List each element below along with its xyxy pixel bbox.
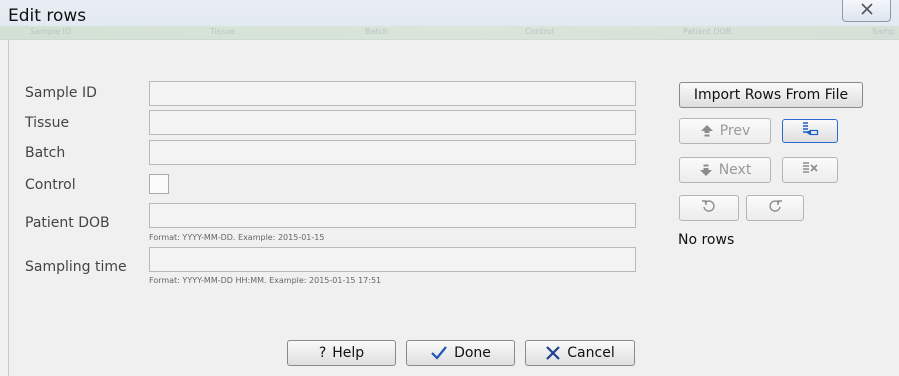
close-icon (860, 2, 874, 19)
next-label: Next (718, 162, 752, 178)
background-column: Tissue (210, 27, 236, 36)
prev-button[interactable]: Prev (679, 118, 771, 144)
batch-label: Batch (25, 145, 66, 161)
sampling-time-hint: Format: YYYY-MM-DD HH:MM. Example: 2015-… (149, 276, 382, 285)
insert-row-button[interactable] (782, 119, 838, 143)
arrow-up-icon (700, 124, 714, 138)
background-column: Sample ID (30, 27, 72, 36)
patient-dob-hint: Format: YYYY-MM-DD. Example: 2015-01-15 (149, 233, 325, 242)
batch-field[interactable] (149, 140, 636, 165)
row-status-text: No rows (678, 232, 735, 248)
redo-icon (767, 198, 783, 218)
insert-row-icon (801, 121, 819, 141)
patient-dob-label: Patient DOB (25, 215, 110, 231)
window-title: Edit rows (8, 6, 87, 26)
control-checkbox[interactable] (149, 174, 169, 194)
background-table-header: Sample ID Tissue Batch Control Patient D… (0, 26, 899, 40)
background-column: Samp (872, 27, 895, 36)
import-rows-button[interactable]: Import Rows From File (679, 82, 863, 108)
sampling-time-field[interactable] (149, 247, 636, 272)
sample-id-field[interactable] (149, 81, 636, 106)
control-label: Control (25, 177, 76, 193)
background-column: Control (525, 27, 554, 36)
help-label: Help (332, 345, 365, 361)
delete-row-button[interactable] (782, 157, 838, 183)
cancel-button[interactable]: Cancel (525, 340, 635, 366)
import-rows-label: Import Rows From File (693, 87, 849, 103)
title-bar: Sample ID Tissue Batch Control Patient D… (0, 0, 899, 40)
arrow-down-icon (699, 163, 713, 177)
patient-dob-field[interactable] (149, 203, 636, 228)
tissue-label: Tissue (25, 115, 70, 131)
prev-label: Prev (719, 123, 751, 139)
background-column: Batch (365, 27, 388, 36)
undo-icon (701, 198, 717, 218)
cancel-label: Cancel (567, 345, 615, 361)
background-column: Patient DOB (683, 27, 732, 36)
help-button[interactable]: ? Help (287, 340, 396, 366)
x-icon (545, 345, 561, 361)
delete-row-icon (801, 160, 819, 180)
next-button[interactable]: Next (679, 157, 771, 183)
undo-button[interactable] (679, 195, 739, 221)
done-button[interactable]: Done (406, 340, 515, 366)
sampling-time-label: Sampling time (25, 259, 127, 275)
close-button[interactable] (842, 0, 891, 22)
sample-id-label: Sample ID (25, 85, 97, 101)
checkmark-icon (430, 345, 448, 361)
redo-button[interactable] (746, 195, 804, 221)
question-icon: ? (318, 345, 327, 361)
tissue-field[interactable] (149, 110, 636, 135)
done-label: Done (454, 345, 491, 361)
